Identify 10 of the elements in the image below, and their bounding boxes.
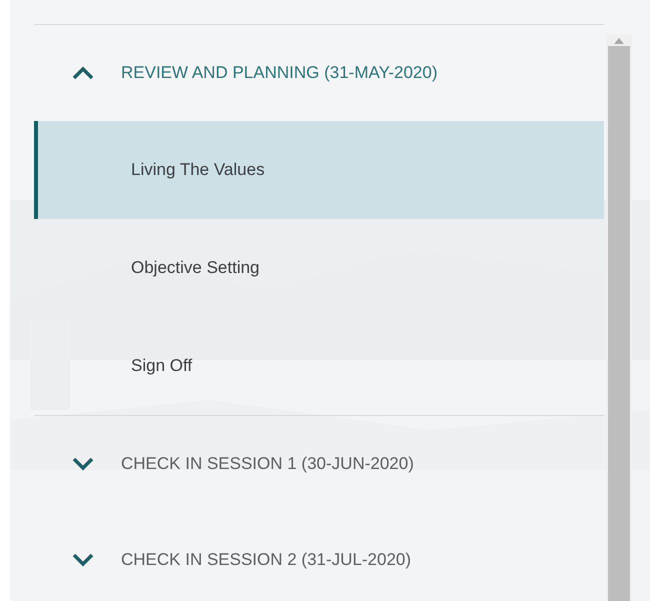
section-item[interactable]: Sign Off — [34, 317, 604, 415]
section-header[interactable]: CHECK IN SESSION 2 (31-JUL-2020) — [34, 512, 604, 601]
section-header[interactable]: CHECK IN SESSION 1 (30-JUN-2020) — [34, 416, 604, 512]
chevron-down-icon — [72, 457, 94, 471]
section-header[interactable]: REVIEW AND PLANNING (31-MAY-2020) — [34, 25, 604, 121]
scroll-up-icon[interactable] — [614, 38, 624, 44]
chevron-up-icon — [72, 66, 94, 80]
chevron-down-icon — [72, 553, 94, 567]
section-item[interactable]: Living The Values — [34, 121, 604, 219]
scrollbar[interactable] — [606, 34, 632, 601]
